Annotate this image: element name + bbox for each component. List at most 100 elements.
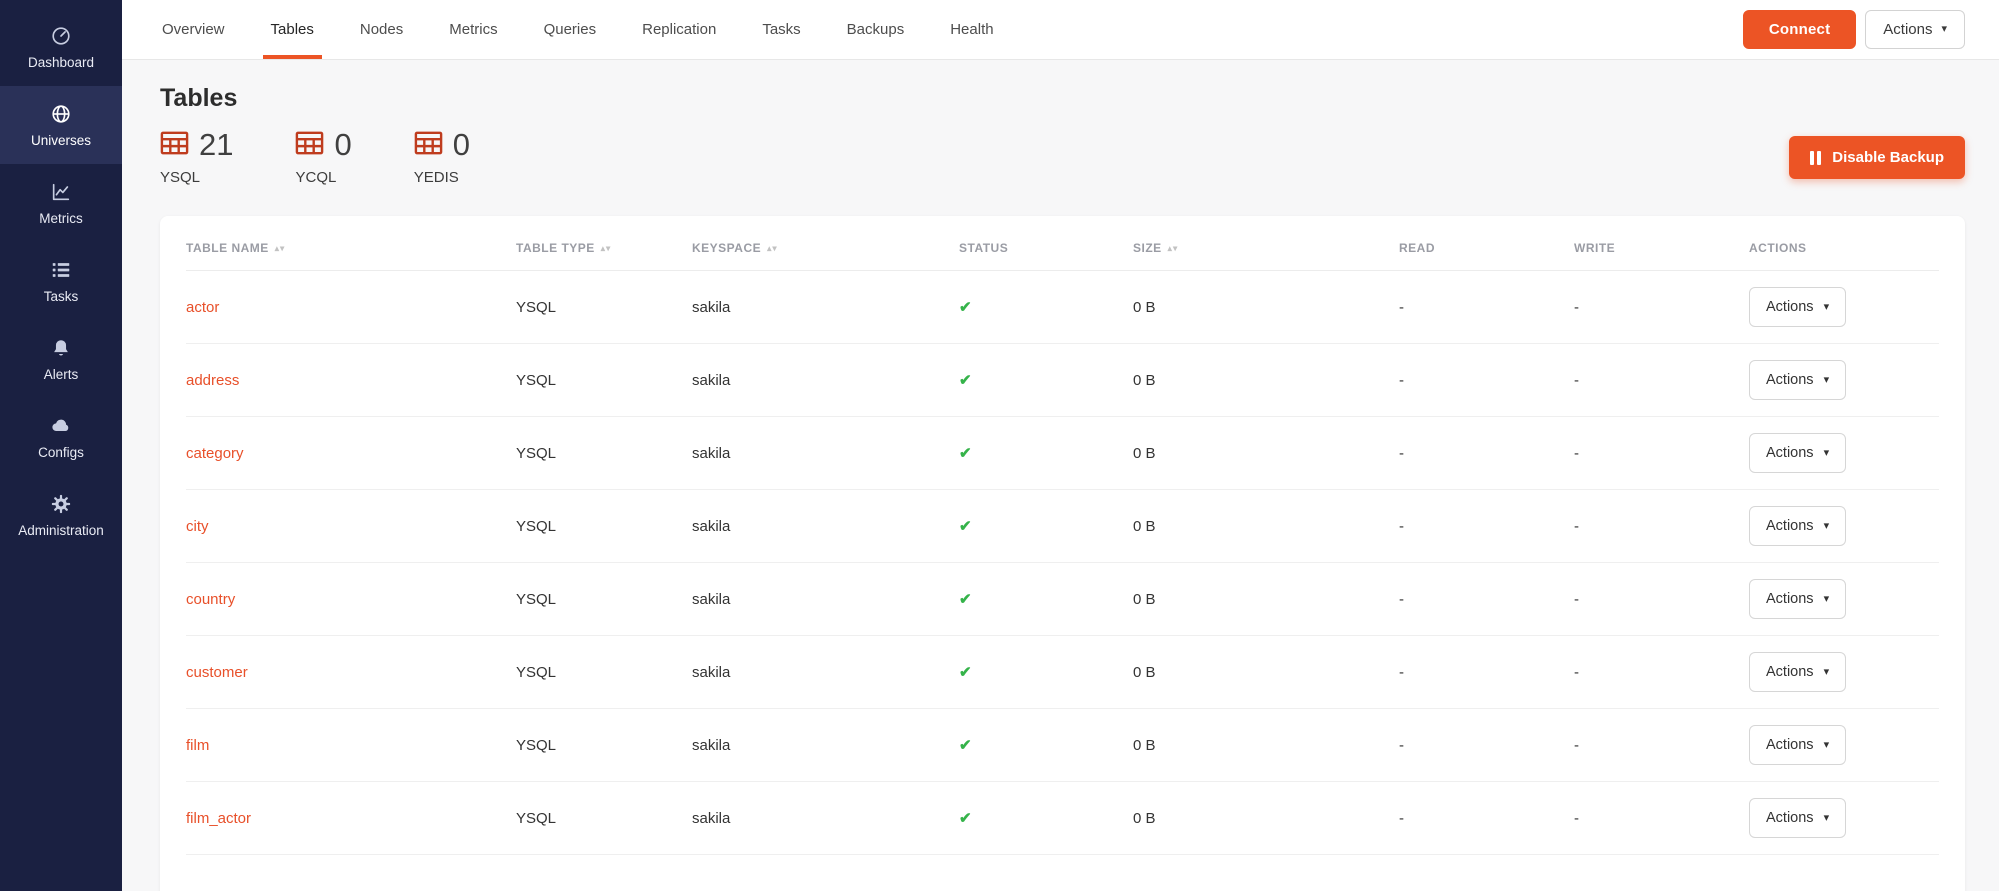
table-name-link[interactable]: customer (186, 664, 248, 681)
sidebar-item-administration[interactable]: Administration (0, 476, 122, 554)
col-header-label: TABLE NAME (186, 241, 269, 255)
nav-tab[interactable]: Backups (845, 0, 907, 59)
keyspace-value: sakila (692, 299, 959, 316)
row-actions-label: Actions (1766, 372, 1814, 388)
col-header-keyspace[interactable]: KEYSPACE ▴▾ (692, 241, 959, 255)
row-actions-button[interactable]: Actions ▾ (1749, 506, 1846, 546)
universe-actions-button[interactable]: Actions ▾ (1865, 10, 1965, 49)
read-value: - (1399, 591, 1574, 608)
topbar-buttons: Connect Actions ▾ (1743, 0, 1965, 59)
col-header-size[interactable]: SIZE ▴▾ (1133, 241, 1399, 255)
status-success-icon: ✔ (959, 518, 972, 535)
connect-button[interactable]: Connect (1743, 10, 1856, 49)
nav-tab[interactable]: Tables (269, 0, 316, 59)
row-actions-button[interactable]: Actions ▾ (1749, 652, 1846, 692)
universes-icon (50, 102, 72, 125)
sort-icon[interactable]: ▴▾ (767, 243, 778, 254)
tasks-icon (50, 258, 72, 281)
table-name-link[interactable]: city (186, 518, 209, 535)
read-value: - (1399, 737, 1574, 754)
row-actions-button[interactable]: Actions ▾ (1749, 725, 1846, 765)
sidebar: Dashboard Universes Metrics (0, 0, 122, 891)
table-header-row: TABLE NAME ▴▾ TABLE TYPE ▴▾ KEYSPACE ▴▾ … (186, 216, 1939, 271)
size-value: 0 B (1133, 299, 1399, 316)
col-header-table-type[interactable]: TABLE TYPE ▴▾ (516, 241, 692, 255)
universe-actions-label: Actions (1883, 21, 1932, 38)
write-value: - (1574, 737, 1749, 754)
sidebar-item-tasks[interactable]: Tasks (0, 242, 122, 320)
table-name-link[interactable]: actor (186, 299, 219, 316)
col-header-read: READ (1399, 241, 1574, 255)
stat-value: 21 (199, 129, 233, 160)
nav-tab[interactable]: Metrics (447, 0, 499, 59)
sidebar-item-metrics[interactable]: Metrics (0, 164, 122, 242)
table-type-value: YSQL (516, 664, 692, 681)
tables-card: TABLE NAME ▴▾ TABLE TYPE ▴▾ KEYSPACE ▴▾ … (160, 216, 1965, 891)
row-actions-button[interactable]: Actions ▾ (1749, 798, 1846, 838)
row-actions-label: Actions (1766, 810, 1814, 826)
size-value: 0 B (1133, 591, 1399, 608)
table-name-link[interactable]: address (186, 372, 239, 389)
size-value: 0 B (1133, 810, 1399, 827)
nav-tab[interactable]: Queries (542, 0, 599, 59)
table-row: customer YSQL sakila ✔ 0 B - - (186, 636, 1939, 709)
write-value: - (1574, 664, 1749, 681)
write-value: - (1574, 591, 1749, 608)
sort-icon[interactable]: ▴▾ (275, 243, 286, 254)
status-success-icon: ✔ (959, 299, 972, 316)
table-type-value: YSQL (516, 591, 692, 608)
table-type-value: YSQL (516, 810, 692, 827)
disable-backup-button[interactable]: Disable Backup (1789, 136, 1965, 179)
sidebar-item-label: Dashboard (28, 55, 94, 70)
sort-icon[interactable]: ▴▾ (601, 243, 612, 254)
nav-tab[interactable]: Replication (640, 0, 718, 59)
alerts-icon (50, 336, 72, 359)
col-header-label: SIZE (1133, 241, 1162, 255)
sidebar-item-alerts[interactable]: Alerts (0, 320, 122, 398)
row-actions-label: Actions (1766, 737, 1814, 753)
keyspace-value: sakila (692, 810, 959, 827)
keyspace-value: sakila (692, 372, 959, 389)
read-value: - (1399, 664, 1574, 681)
write-value: - (1574, 372, 1749, 389)
write-value: - (1574, 518, 1749, 535)
row-actions-button[interactable]: Actions ▾ (1749, 579, 1846, 619)
sidebar-item-dashboard[interactable]: Dashboard (0, 8, 122, 86)
administration-icon (50, 492, 72, 515)
nav-tab[interactable]: Tasks (760, 0, 802, 59)
row-actions-button[interactable]: Actions ▾ (1749, 433, 1846, 473)
nav-tab[interactable]: Nodes (358, 0, 405, 59)
table-name-link[interactable]: film_actor (186, 810, 251, 827)
stat-label: YEDIS (414, 169, 470, 186)
app-root: Dashboard Universes Metrics (0, 0, 1999, 891)
table-body: actor YSQL sakila ✔ 0 B - - (186, 271, 1939, 855)
row-actions-button[interactable]: Actions ▾ (1749, 360, 1846, 400)
table-row: actor YSQL sakila ✔ 0 B - - (186, 271, 1939, 344)
caret-down-icon: ▾ (1824, 448, 1830, 459)
table-type-value: YSQL (516, 299, 692, 316)
caret-down-icon: ▾ (1824, 667, 1830, 678)
size-value: 0 B (1133, 664, 1399, 681)
caret-down-icon: ▾ (1824, 521, 1830, 532)
stat-value: 0 (334, 129, 351, 160)
read-value: - (1399, 299, 1574, 316)
table-name-link[interactable]: category (186, 445, 244, 462)
table-name-link[interactable]: film (186, 737, 209, 754)
nav-tab[interactable]: Overview (160, 0, 227, 59)
col-header-write: WRITE (1574, 241, 1749, 255)
sidebar-item-universes[interactable]: Universes (0, 86, 122, 164)
table-name-link[interactable]: country (186, 591, 235, 608)
size-value: 0 B (1133, 737, 1399, 754)
caret-down-icon: ▾ (1941, 24, 1947, 35)
status-success-icon: ✔ (959, 445, 972, 462)
keyspace-value: sakila (692, 518, 959, 535)
caret-down-icon: ▾ (1824, 375, 1830, 386)
col-header-table-name[interactable]: TABLE NAME ▴▾ (186, 241, 516, 255)
tables-page: Tables (122, 60, 1999, 891)
size-value: 0 B (1133, 372, 1399, 389)
row-actions-button[interactable]: Actions ▾ (1749, 287, 1846, 327)
sort-icon[interactable]: ▴▾ (1168, 243, 1179, 254)
sidebar-item-configs[interactable]: Configs (0, 398, 122, 476)
nav-tab[interactable]: Health (948, 0, 995, 59)
disable-backup-label: Disable Backup (1832, 149, 1944, 166)
